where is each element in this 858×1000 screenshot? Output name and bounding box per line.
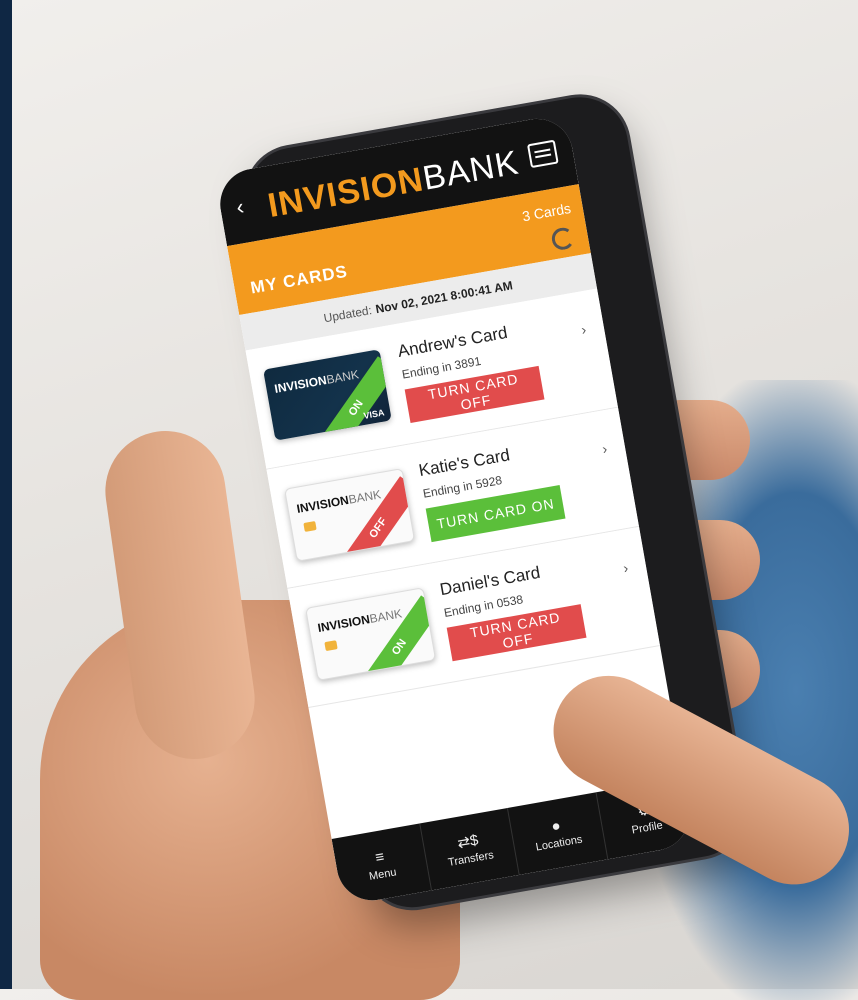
nav-label: Menu — [368, 865, 398, 883]
card-logo-bold: INVISION — [295, 492, 350, 516]
logo-rest: BANK — [419, 143, 522, 198]
my-cards-title: MY CARDS — [249, 261, 350, 298]
card-logo-bold: INVISION — [316, 612, 371, 636]
card-logo: INVISIONBANK — [296, 487, 383, 516]
card-logo: INVISIONBANK — [273, 367, 360, 396]
chevron-right-icon[interactable]: › — [580, 321, 587, 338]
card-logo-rest: BANK — [368, 606, 404, 626]
card-name: Daniel's Card — [438, 562, 542, 600]
nav-locations[interactable]: ● Locations — [507, 792, 608, 875]
card-image: INVISIONBANK ON VISA — [263, 349, 392, 441]
card-logo-rest: BANK — [325, 367, 360, 387]
location-pin-icon: ● — [550, 816, 562, 835]
transfer-icon: ⇄$ — [456, 831, 480, 852]
nav-menu[interactable]: ≡ Menu — [331, 823, 432, 906]
left-navy-panel — [0, 0, 12, 989]
updated-label: Updated: — [322, 303, 373, 326]
nav-label: Locations — [534, 833, 584, 854]
card-image: INVISIONBANK OFF — [284, 468, 416, 562]
chevron-right-icon[interactable]: › — [622, 560, 629, 577]
menu-icon: ≡ — [373, 847, 386, 867]
card-logo-bold: INVISION — [273, 372, 328, 396]
nav-transfers[interactable]: ⇄$ Transfers — [419, 807, 520, 891]
card-network: VISA — [362, 407, 386, 421]
nav-label: Transfers — [447, 848, 495, 869]
card-chip-icon — [324, 640, 338, 652]
card-name: Andrew's Card — [396, 322, 509, 361]
card-logo-rest: BANK — [347, 487, 383, 507]
nav-label: Profile — [630, 818, 664, 837]
card-image: INVISIONBANK ON — [305, 587, 437, 681]
cards-count: 3 Cards — [520, 200, 573, 225]
message-icon[interactable] — [526, 139, 559, 169]
chevron-right-icon[interactable]: › — [601, 440, 608, 457]
card-chip-icon — [303, 521, 317, 532]
card-logo: INVISIONBANK — [317, 606, 404, 635]
